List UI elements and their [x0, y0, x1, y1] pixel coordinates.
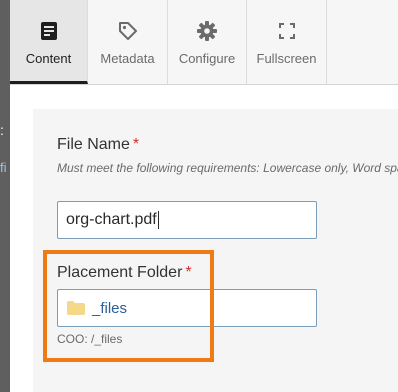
- tab-label: Metadata: [100, 51, 155, 66]
- placement-folder-chooser[interactable]: _files: [57, 289, 317, 327]
- placement-folder-value: _files: [92, 299, 128, 317]
- required-marker: *: [185, 264, 192, 281]
- required-marker: *: [132, 136, 140, 153]
- text-caret: [157, 210, 159, 229]
- tab-label: Fullscreen: [256, 51, 317, 66]
- placement-folder-label: Placement Folder *: [57, 264, 192, 282]
- background-link-text: fi: [0, 160, 7, 175]
- background-panel: : fi: [0, 0, 10, 392]
- page: : fi Content Metadata Configure Fullscre…: [0, 0, 398, 392]
- tab-content[interactable]: Content: [10, 0, 88, 84]
- tab-label: Content: [25, 51, 72, 66]
- tab-fullscreen[interactable]: Fullscreen: [247, 0, 327, 84]
- file-name-value: org-chart.pdf: [66, 211, 157, 228]
- tab-configure[interactable]: Configure: [168, 0, 247, 84]
- file-name-label-text: File Name: [57, 136, 130, 153]
- placement-folder-path: COO: /_files: [57, 332, 123, 346]
- document-icon: [38, 20, 60, 42]
- tag-icon: [117, 20, 139, 42]
- tab-metadata[interactable]: Metadata: [88, 0, 168, 84]
- expand-icon: [276, 20, 298, 42]
- folder-icon: [66, 300, 86, 316]
- tab-label: Configure: [178, 51, 236, 66]
- file-name-hint: Must meet the following requirements: Lo…: [57, 161, 398, 175]
- gear-icon: [196, 20, 218, 42]
- placement-folder-label-text: Placement Folder: [57, 264, 183, 281]
- background-text: :: [0, 122, 4, 138]
- tab-bar: Content Metadata Configure Fullscreen: [10, 0, 398, 85]
- file-name-input[interactable]: org-chart.pdf: [57, 201, 317, 239]
- file-name-label: File Name *: [57, 136, 139, 154]
